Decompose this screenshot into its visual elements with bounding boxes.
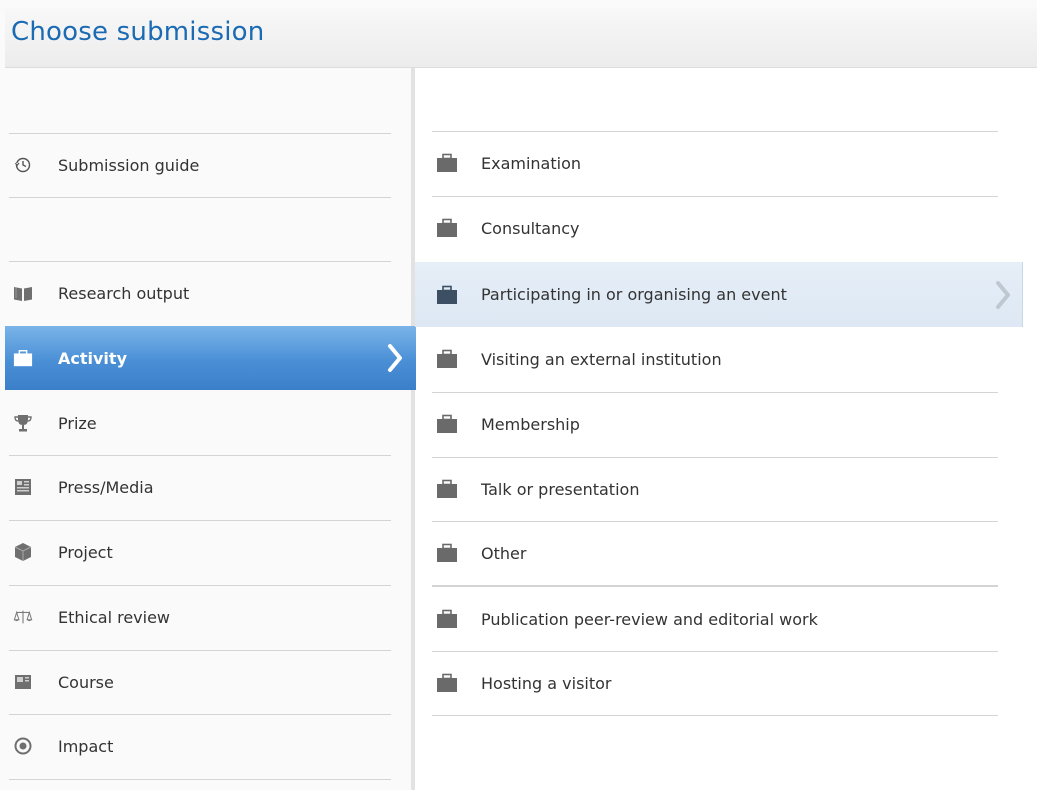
menu-item-label: Impact	[58, 736, 114, 756]
briefcase-icon	[436, 414, 458, 434]
menu-item-research-output[interactable]: Research output	[5, 261, 391, 325]
submenu-item-talk[interactable]: Talk or presentation	[415, 457, 997, 521]
menu-item-label: Prize	[58, 413, 97, 433]
menu-item-impact[interactable]: Impact	[5, 714, 391, 778]
submenu-item-label: Consultancy	[481, 218, 580, 238]
chevron-right-icon	[384, 341, 406, 375]
menu-item-course[interactable]: Course	[5, 650, 391, 714]
submenu-item-other[interactable]: Other	[415, 521, 997, 585]
submenu-item-peer-review[interactable]: Publication peer-review and editorial wo…	[415, 587, 997, 651]
briefcase-icon	[436, 673, 458, 693]
submenu-item-membership[interactable]: Membership	[415, 392, 997, 456]
divider	[9, 779, 391, 780]
menu-item-label: Course	[58, 672, 114, 692]
briefcase-icon	[436, 218, 458, 238]
submenu-item-label: Visiting an external institution	[481, 349, 722, 369]
trophy-icon	[13, 413, 33, 433]
briefcase-icon	[436, 609, 458, 629]
chevron-right-icon	[992, 278, 1014, 312]
submenu-item-label: Other	[481, 543, 527, 563]
choose-submission-dialog: Choose submission Submission guide Resea…	[0, 0, 1037, 790]
submenu-item-label: Hosting a visitor	[481, 673, 612, 693]
newspaper-icon	[13, 477, 33, 497]
book-icon	[13, 283, 33, 303]
dialog-header: Choose submission	[5, 8, 1037, 68]
target-icon	[13, 736, 33, 756]
menu-item-activity[interactable]: Activity	[5, 326, 416, 390]
page-title: Choose submission	[11, 17, 265, 47]
submenu-item-label: Talk or presentation	[481, 479, 640, 499]
submenu-item-label: Participating in or organising an event	[481, 285, 787, 304]
menu-item-prize[interactable]: Prize	[5, 391, 391, 455]
clock-back-icon	[13, 155, 33, 175]
submenu-item-label: Publication peer-review and editorial wo…	[481, 609, 818, 629]
course-icon	[13, 672, 33, 692]
submenu-item-examination[interactable]: Examination	[415, 131, 997, 195]
briefcase-icon	[436, 153, 458, 173]
menu-item-project[interactable]: Project	[5, 520, 391, 584]
menu-item-submission-guide[interactable]: Submission guide	[5, 133, 391, 197]
briefcase-icon	[436, 543, 458, 563]
scales-icon	[13, 607, 33, 627]
divider	[9, 197, 391, 198]
submenu-item-hosting-visitor[interactable]: Hosting a visitor	[415, 651, 997, 715]
briefcase-icon	[436, 285, 458, 305]
submenu-item-label: Examination	[481, 153, 582, 173]
submenu-item-visiting[interactable]: Visiting an external institution	[415, 327, 997, 391]
menu-item-ethical-review[interactable]: Ethical review	[5, 585, 391, 649]
cube-icon	[13, 542, 33, 562]
divider	[432, 715, 998, 716]
menu-item-label: Ethical review	[58, 607, 171, 627]
menu-item-label: Research output	[58, 283, 190, 303]
briefcase-icon	[436, 349, 458, 369]
menu-item-label: Project	[58, 542, 113, 562]
briefcase-icon	[436, 479, 458, 499]
submenu-item-consultancy[interactable]: Consultancy	[415, 196, 997, 260]
menu-item-label: Press/Media	[58, 477, 154, 497]
menu-item-label: Submission guide	[58, 155, 200, 175]
briefcase-icon	[13, 348, 33, 368]
submenu-item-label: Membership	[481, 414, 580, 434]
menu-item-press-media[interactable]: Press/Media	[5, 455, 391, 519]
menu-item-label: Activity	[58, 348, 127, 368]
submenu-item-event[interactable]: Participating in or organising an event	[415, 262, 1023, 327]
